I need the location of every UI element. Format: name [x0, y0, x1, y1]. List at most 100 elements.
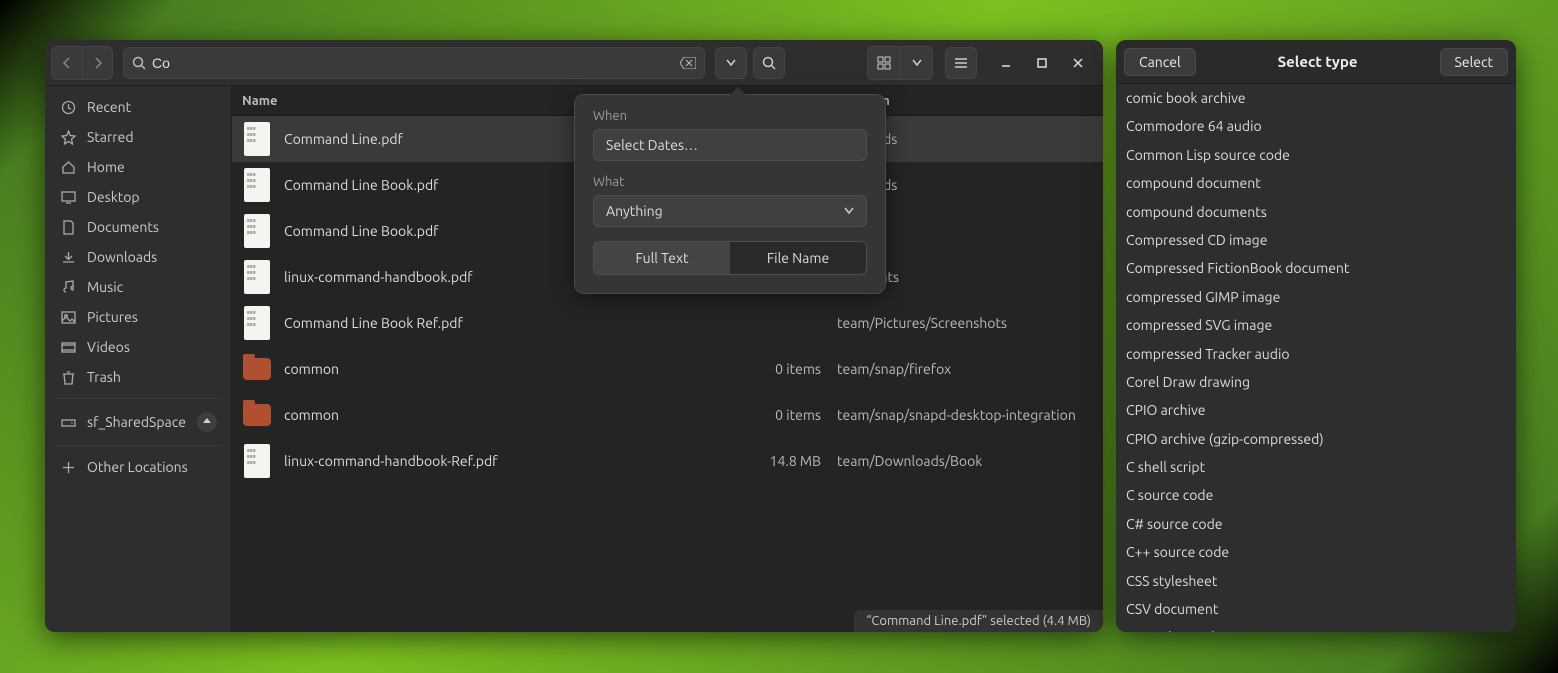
sidebar-separator — [55, 398, 221, 399]
file-name: Command Line Book Ref.pdf — [284, 315, 743, 331]
sidebar-item-music[interactable]: Music — [45, 272, 231, 302]
sidebar-separator — [55, 445, 221, 446]
what-select[interactable]: Anything — [593, 195, 867, 227]
file-row[interactable]: ≡≡≡≡≡≡≡≡≡ linux-command-handbook-Ref.pdf… — [232, 438, 1103, 484]
chevron-down-icon — [844, 207, 854, 215]
sidebar-item-label: Trash — [87, 369, 121, 385]
type-item[interactable]: C source code — [1116, 481, 1514, 509]
view-mode-group — [867, 46, 933, 80]
type-item[interactable]: compressed SVG image — [1116, 311, 1514, 339]
type-item[interactable]: C# source code — [1116, 510, 1514, 538]
type-item[interactable]: Compressed FictionBook document — [1116, 254, 1514, 282]
pdf-icon: ≡≡≡≡≡≡≡≡≡ — [244, 306, 270, 340]
minimize-button[interactable] — [993, 50, 1019, 76]
type-item[interactable]: C shell script — [1116, 453, 1514, 481]
type-item[interactable]: Common Lisp source code — [1116, 141, 1514, 169]
type-item[interactable]: compressed Tracker audio — [1116, 340, 1514, 368]
sidebar-item-trash[interactable]: Trash — [45, 362, 231, 392]
folder-icon — [243, 358, 271, 380]
pdf-icon: ≡≡≡≡≡≡≡≡≡ — [244, 214, 270, 248]
cancel-button[interactable]: Cancel — [1124, 48, 1196, 76]
nav-buttons — [51, 46, 113, 80]
dialog-title: Select type — [1278, 53, 1358, 70]
pdf-icon: ≡≡≡≡≡≡≡≡≡ — [244, 168, 270, 202]
doc-icon — [59, 220, 77, 235]
maximize-button[interactable] — [1029, 50, 1055, 76]
what-label: What — [593, 175, 867, 189]
search-icon — [132, 56, 146, 70]
type-item[interactable]: compressed GIMP image — [1116, 283, 1514, 311]
sidebar-item-label: Videos — [87, 339, 130, 355]
sidebar-item-label: Starred — [87, 129, 134, 145]
type-item[interactable]: CPIO archive — [1116, 396, 1514, 424]
type-item[interactable]: Commodore 64 audio — [1116, 112, 1514, 140]
sidebar-item-home[interactable]: Home — [45, 152, 231, 182]
sidebar-item-videos[interactable]: Videos — [45, 332, 231, 362]
desktop-icon — [59, 190, 77, 205]
trash-icon — [59, 370, 77, 385]
search-button[interactable] — [753, 47, 785, 79]
search-input[interactable] — [152, 55, 674, 71]
sidebar-item-desktop[interactable]: Desktop — [45, 182, 231, 212]
file-name: common — [284, 407, 743, 423]
file-row[interactable]: common 0 items team/snap/firefox — [232, 346, 1103, 392]
sidebar-item-label: Desktop — [87, 189, 140, 205]
pdf-icon: ≡≡≡≡≡≡≡≡≡ — [244, 122, 270, 156]
clear-search-icon[interactable] — [680, 57, 696, 69]
view-options-dropdown[interactable] — [900, 47, 932, 79]
type-item[interactable]: CSS stylesheet — [1116, 567, 1514, 595]
plus-icon — [59, 460, 77, 475]
sidebar-item-label: Recent — [87, 99, 131, 115]
file-row[interactable]: ≡≡≡≡≡≡≡≡≡ Command Line Book Ref.pdf team… — [232, 300, 1103, 346]
select-dates-button[interactable]: Select Dates… — [593, 129, 867, 161]
picture-icon — [59, 310, 77, 325]
hamburger-menu-button[interactable] — [945, 47, 977, 79]
sidebar-item-recent[interactable]: Recent — [45, 92, 231, 122]
type-item[interactable]: C++ source code — [1116, 538, 1514, 566]
select-button[interactable]: Select — [1440, 48, 1508, 76]
file-size: 14.8 MB — [743, 453, 833, 469]
back-button[interactable] — [52, 47, 82, 79]
sidebar-item-label: Home — [87, 159, 125, 175]
type-item[interactable]: compound document — [1116, 169, 1514, 197]
file-location: team/snap/firefox — [833, 361, 1103, 377]
pdf-icon: ≡≡≡≡≡≡≡≡≡ — [244, 260, 270, 294]
forward-button[interactable] — [82, 47, 112, 79]
type-item[interactable]: Corel Draw drawing — [1116, 368, 1514, 396]
search-options-popover: When Select Dates… What Anything Full Te… — [574, 94, 886, 294]
type-item[interactable]: CSV document — [1116, 595, 1514, 623]
select-type-dialog: Cancel Select type Select comic book arc… — [1116, 40, 1516, 632]
sidebar-item-label: Other Locations — [87, 459, 188, 475]
what-selected-value: Anything — [606, 203, 663, 219]
sidebar-item-documents[interactable]: Documents — [45, 212, 231, 242]
sidebar-item-label: Documents — [87, 219, 159, 235]
type-item[interactable]: compound documents — [1116, 198, 1514, 226]
type-item[interactable]: CSV Schema document — [1116, 623, 1514, 632]
sidebar-item-shared[interactable]: sf_SharedSpace — [45, 405, 231, 439]
search-bar[interactable] — [123, 47, 705, 79]
sidebar-item-starred[interactable]: Starred — [45, 122, 231, 152]
eject-icon[interactable] — [197, 412, 217, 432]
filename-segment[interactable]: File Name — [730, 242, 866, 274]
file-row[interactable]: common 0 items team/snap/snapd-desktop-i… — [232, 392, 1103, 438]
fulltext-segment[interactable]: Full Text — [594, 242, 730, 274]
type-item[interactable]: Compressed CD image — [1116, 226, 1514, 254]
sidebar-item-label: Downloads — [87, 249, 157, 265]
titlebar — [45, 40, 1103, 86]
file-name: linux-command-handbook-Ref.pdf — [284, 453, 743, 469]
sidebar-item-pictures[interactable]: Pictures — [45, 302, 231, 332]
dialog-header: Cancel Select type Select — [1116, 40, 1516, 84]
file-size: 0 items — [743, 361, 833, 377]
sidebar-item-downloads[interactable]: Downloads — [45, 242, 231, 272]
search-options-toggle[interactable] — [715, 47, 747, 79]
type-list[interactable]: comic book archiveCommodore 64 audioComm… — [1116, 84, 1516, 632]
type-item[interactable]: comic book archive — [1116, 84, 1514, 112]
folder-icon — [243, 404, 271, 426]
sidebar-item-other-locations[interactable]: Other Locations — [45, 452, 231, 482]
close-button[interactable] — [1065, 50, 1091, 76]
video-icon — [59, 340, 77, 355]
type-item[interactable]: CPIO archive (gzip-compressed) — [1116, 425, 1514, 453]
star-icon — [59, 130, 77, 145]
grid-view-button[interactable] — [868, 47, 900, 79]
search-mode-segment: Full Text File Name — [593, 241, 867, 275]
